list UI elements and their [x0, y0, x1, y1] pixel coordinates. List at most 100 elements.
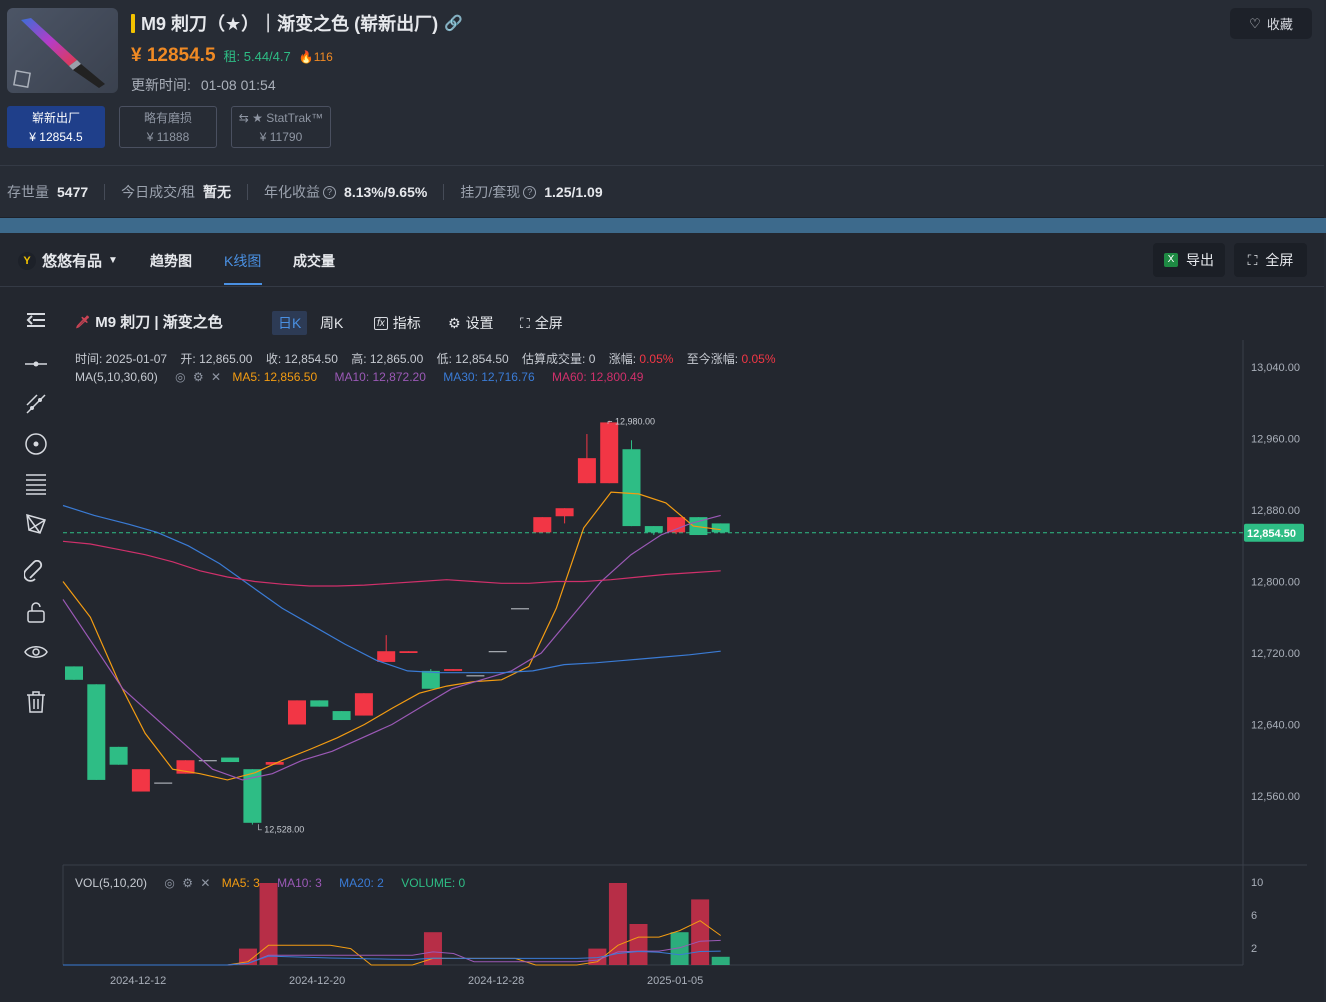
eye-icon[interactable]: [18, 634, 54, 670]
date-tick-label: 2024-12-20: [289, 975, 345, 987]
candle-body: [354, 693, 373, 716]
shape-tool-icon[interactable]: [18, 506, 54, 542]
date-tick-label: 2024-12-28: [468, 975, 524, 987]
change-value: 0.05%: [639, 352, 674, 366]
fibonacci-tool-icon[interactable]: [18, 466, 54, 502]
candle-body: [667, 517, 686, 533]
candle-body: [154, 782, 173, 784]
candle-body: [65, 666, 83, 680]
settings-label: 设置: [465, 315, 494, 331]
close-icon[interactable]: ✕: [211, 370, 221, 384]
volume-value: VOLUME: 0: [401, 876, 466, 890]
candle-body: [600, 422, 619, 484]
ma5-line: [62, 491, 721, 781]
change-label: 涨幅:: [608, 352, 637, 366]
candle-body: [466, 675, 485, 677]
vol-info: VOL(5,10,20) ◎ ⚙ ✕ MA5: 3 MA10: 3 MA20: …: [75, 876, 465, 890]
volume-tick-label: 10: [1251, 877, 1263, 889]
volume-tick-label: 2: [1251, 943, 1257, 955]
candle-body: [288, 700, 306, 725]
trash-icon[interactable]: [18, 684, 54, 720]
candle-body: [488, 651, 507, 653]
vol-ma20-value: MA20: 2: [339, 876, 384, 890]
ma10-value: MA10: 12,872.20: [334, 370, 426, 384]
candle-body: [109, 746, 128, 765]
ma60-value: MA60: 12,800.49: [551, 370, 644, 384]
ohlc-high: 高: 12,865.00: [351, 352, 424, 366]
period-day-label: 日K: [272, 311, 308, 335]
total-change-label: 至今涨幅:: [686, 352, 739, 366]
candle-body: [511, 608, 529, 610]
chart-fullscreen-button[interactable]: ⛶ 全屏: [520, 313, 563, 333]
indicator-label: 指标: [392, 315, 421, 331]
chart-fullscreen-label: 全屏: [534, 315, 563, 331]
volume-tick-label: 6: [1251, 910, 1257, 922]
min-price-label: └ 12,528.00: [255, 824, 304, 835]
lock-icon[interactable]: [18, 594, 54, 630]
ohlc-time: 时间: 2025-01-07: [75, 352, 168, 366]
price-tick-label: 12,720.00: [1251, 648, 1300, 660]
gear-icon: ⚙: [448, 314, 461, 331]
candle-body: [444, 669, 463, 671]
candle-body: [87, 684, 106, 780]
trend-line-tool-icon[interactable]: [18, 386, 54, 422]
candle-body: [555, 508, 574, 517]
period-day-button[interactable]: 日K: [272, 311, 308, 335]
price-tick-label: 12,560.00: [1251, 791, 1300, 803]
ma-info: MA(5,10,30,60) ◎ ⚙ ✕ MA5: 12,856.50 MA10…: [75, 370, 643, 384]
total-change-value: 0.05%: [741, 352, 776, 366]
ohlc-volume: 估算成交量: 0: [522, 352, 596, 366]
chart-item-label: M9 刺刀 | 渐变之色: [95, 314, 223, 331]
gear-icon[interactable]: ⚙: [182, 876, 193, 890]
eye-off-icon[interactable]: ◎: [175, 370, 185, 384]
candle-body: [399, 651, 418, 653]
kline-chart[interactable]: 13,040.00 12,960.00 12,880.00 12,800.00 12,7…: [0, 0, 1326, 1002]
gear-icon[interactable]: ⚙: [193, 370, 204, 384]
date-tick-label: 2025-01-05: [647, 975, 703, 987]
candle-body: [711, 523, 730, 533]
candle-body: [198, 760, 217, 762]
price-tick-label: 12,800.00: [1251, 577, 1300, 589]
circle-tool-icon[interactable]: [18, 426, 54, 462]
chart-item-name: 🗡 M9 刺刀 | 渐变之色: [75, 311, 223, 332]
expand-icon: ⛶: [520, 314, 530, 331]
ma60-line: [62, 540, 721, 587]
candle-body: [577, 458, 596, 484]
date-tick-label: 2024-12-12: [110, 975, 166, 987]
ohlc-low: 低: 12,854.50: [436, 352, 509, 366]
magnet-icon[interactable]: [18, 554, 54, 590]
candle-body: [377, 651, 396, 662]
ma-title: MA(5,10,30,60): [75, 370, 158, 384]
volume-bar: [259, 883, 278, 965]
horizontal-line-tool-icon[interactable]: [18, 346, 54, 382]
candle-body: [221, 757, 240, 763]
indicator-button[interactable]: fx 指标: [374, 313, 421, 333]
candle-body: [131, 769, 150, 792]
max-price-label: ⌐ 12,980.00: [607, 417, 655, 427]
volume-bar: [691, 899, 710, 965]
knife-icon: 🗡: [75, 314, 91, 329]
last-price-label: 12,854.50: [1247, 528, 1296, 540]
volume-bar: [629, 924, 648, 965]
close-icon[interactable]: ✕: [200, 876, 210, 890]
period-week-button[interactable]: 周K: [320, 313, 343, 333]
settings-button[interactable]: ⚙ 设置: [448, 313, 494, 333]
ma10-line: [62, 514, 721, 781]
candle-body: [622, 449, 641, 527]
price-tick-label: 12,960.00: [1251, 434, 1300, 446]
ma30-value: MA30: 12,716.76: [443, 370, 535, 384]
eye-off-icon[interactable]: ◎: [164, 876, 174, 890]
period-week-label: 周K: [320, 315, 344, 331]
vol-ma10-value: MA10: 3: [277, 876, 322, 890]
ma30-line: [62, 504, 721, 674]
function-icon: fx: [374, 316, 388, 330]
vol-ma5-value: MA5: 3: [221, 876, 260, 890]
vol-title: VOL(5,10,20): [75, 876, 148, 890]
ohlc-close: 收: 12,854.50: [265, 352, 338, 366]
price-tick-label: 13,040.00: [1251, 362, 1300, 374]
price-tick-label: 12,640.00: [1251, 720, 1300, 732]
ohlc-info: 时间: 2025-01-07 开: 12,865.00 收: 12,854.50…: [75, 350, 776, 367]
menu-toggle-icon[interactable]: [18, 302, 54, 338]
volume-bar: [711, 956, 730, 965]
ma5-value: MA5: 12,856.50: [232, 370, 318, 384]
